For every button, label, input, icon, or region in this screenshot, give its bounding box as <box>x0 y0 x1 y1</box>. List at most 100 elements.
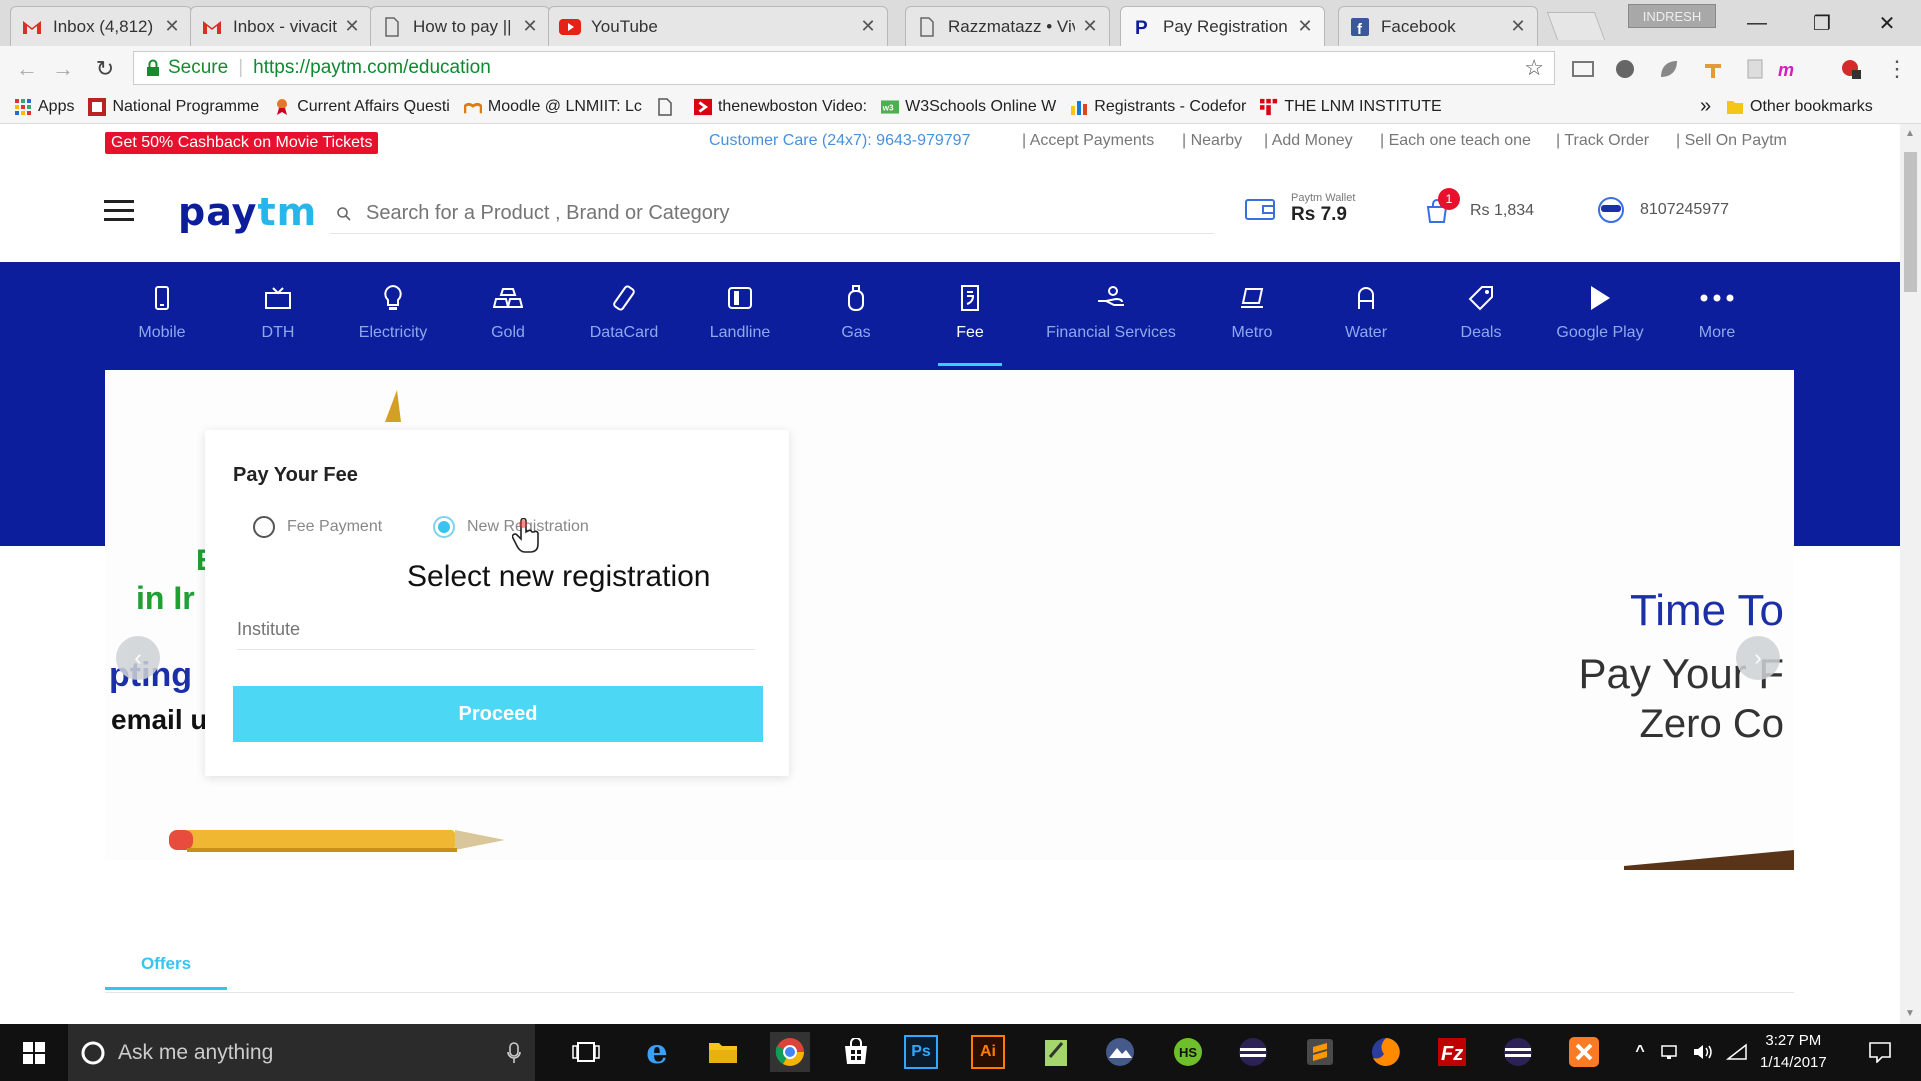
url-text[interactable]: https://paytm.com/education <box>253 57 491 79</box>
photoshop-icon[interactable]: Ps <box>904 1035 938 1069</box>
bookmark-blank-page[interactable] <box>656 97 680 116</box>
carousel-next-arrow-icon[interactable]: › <box>1736 636 1780 680</box>
edge-browser-icon[interactable]: e <box>637 1032 677 1072</box>
cashback-promo-link[interactable]: Get 50% Cashback on Movie Tickets <box>105 132 379 154</box>
other-bookmarks[interactable]: Other bookmarks <box>1726 98 1873 116</box>
scrollbar-thumb[interactable] <box>1904 152 1917 292</box>
network-icon[interactable] <box>1656 1032 1686 1072</box>
category-gas[interactable]: Gas <box>826 262 886 366</box>
bookmark-national-programme[interactable]: National Programme <box>88 97 259 116</box>
file-explorer-icon[interactable] <box>703 1032 743 1072</box>
category-water[interactable]: Water <box>1336 262 1396 366</box>
action-center-icon[interactable] <box>1860 1032 1900 1072</box>
bookmark-w3schools[interactable]: w3 W3Schools Online W <box>881 98 1056 116</box>
system-clock[interactable]: 3:27 PM 1/14/2017 <box>1760 1030 1827 1074</box>
bookmark-current-affairs[interactable]: Current Affairs Questi <box>273 98 450 116</box>
windows-start-icon[interactable] <box>0 1024 68 1081</box>
carousel-prev-arrow-icon[interactable]: ‹ <box>116 636 160 680</box>
close-window-icon[interactable]: ✕ <box>1867 8 1907 38</box>
user-account[interactable]: 8107245977 <box>1596 196 1729 224</box>
tab-close-icon[interactable]: ✕ <box>343 16 361 37</box>
category-more[interactable]: More <box>1687 262 1747 366</box>
bookmark-thenewboston[interactable]: thenewboston Video: <box>693 98 867 116</box>
chrome-icon[interactable] <box>770 1032 810 1072</box>
back-icon[interactable]: ← <box>12 54 42 84</box>
category-datacard[interactable]: DataCard <box>582 262 666 366</box>
forward-icon[interactable]: → <box>48 54 78 84</box>
category-deals[interactable]: Deals <box>1451 262 1511 366</box>
tab-close-icon[interactable]: ✕ <box>859 16 877 37</box>
paytm-wallet[interactable]: Paytm Wallet Rs 7.9 <box>1245 192 1355 226</box>
tab-gmail-inbox-1[interactable]: Inbox (4,812) - in ✕ <box>10 6 192 46</box>
tab-gmail-inbox-2[interactable]: Inbox - vivacity.tl ✕ <box>190 6 372 46</box>
extension-leaf-icon[interactable] <box>1656 56 1682 82</box>
task-view-icon[interactable] <box>566 1032 606 1072</box>
windows-store-icon[interactable] <box>836 1032 876 1072</box>
new-tab-button[interactable] <box>1546 12 1606 40</box>
reload-icon[interactable]: ↻ <box>90 54 120 84</box>
xampp-icon[interactable] <box>1564 1032 1604 1072</box>
eclipse-icon[interactable] <box>1233 1032 1273 1072</box>
extension-grid-icon[interactable] <box>1612 56 1638 82</box>
category-fee[interactable]: Fee <box>938 262 1002 366</box>
accept-payments-link[interactable]: | Accept Payments <box>1022 132 1154 150</box>
app-mountain-icon[interactable] <box>1100 1032 1140 1072</box>
hotspot-shield-icon[interactable]: HS <box>1168 1032 1208 1072</box>
profile-badge[interactable]: INDRESH <box>1628 4 1716 28</box>
sublime-text-icon[interactable] <box>1300 1032 1340 1072</box>
new-registration-radio[interactable]: New Registration <box>433 516 589 538</box>
bookmark-apps[interactable]: Apps <box>14 98 74 116</box>
show-hidden-icons-icon[interactable]: ^ <box>1628 1032 1652 1072</box>
sell-on-paytm-link[interactable]: | Sell On Paytm <box>1676 132 1787 150</box>
cart[interactable]: 1 Rs 1,834 <box>1424 188 1534 224</box>
tab-close-icon[interactable]: ✕ <box>521 16 539 37</box>
scroll-down-icon[interactable]: ▼ <box>1905 1008 1915 1019</box>
track-order-link[interactable]: | Track Order <box>1556 132 1649 150</box>
extension-red-icon[interactable] <box>1838 56 1864 82</box>
extension-tag-icon[interactable] <box>1700 56 1726 82</box>
tab-pay-registration[interactable]: P Pay Registration ✕ <box>1120 6 1325 46</box>
filezilla-icon[interactable]: Fz <box>1432 1032 1472 1072</box>
extension-m-icon[interactable]: m <box>1778 56 1804 82</box>
notepad-plus-icon[interactable] <box>1036 1032 1076 1072</box>
bookmark-moodle[interactable]: Moodle @ LNMIIT: Lc <box>463 98 642 116</box>
tab-facebook[interactable]: f Facebook ✕ <box>1338 6 1538 46</box>
eclipse-ide-icon[interactable] <box>1498 1032 1538 1072</box>
page-scrollbar[interactable]: ▲ ▼ <box>1900 124 1921 1024</box>
volume-icon[interactable] <box>1688 1032 1718 1072</box>
tab-close-icon[interactable]: ✕ <box>1509 16 1527 37</box>
paytm-logo[interactable]: paytm <box>178 190 317 234</box>
bookmark-codeforces-registrants[interactable]: Registrants - Codefor <box>1070 98 1246 116</box>
bookmark-star-icon[interactable]: ☆ <box>1524 55 1544 81</box>
search-input[interactable] <box>366 202 1166 225</box>
bookmarks-overflow-button[interactable]: » <box>1700 95 1711 118</box>
hamburger-menu-icon[interactable] <box>104 200 134 224</box>
category-landline[interactable]: Landline <box>700 262 780 366</box>
firefox-icon[interactable] <box>1366 1032 1406 1072</box>
nearby-link[interactable]: | Nearby <box>1182 132 1242 150</box>
category-financial-services[interactable]: Financial Services <box>1036 262 1186 366</box>
category-metro[interactable]: Metro <box>1222 262 1282 366</box>
address-bar[interactable]: Secure | https://paytm.com/education ☆ <box>133 51 1555 85</box>
cast-icon[interactable] <box>1570 56 1596 82</box>
each-one-teach-one-link[interactable]: | Each one teach one <box>1380 132 1531 150</box>
tab-how-to-pay[interactable]: How to pay || Viv ✕ <box>370 6 550 46</box>
microphone-icon[interactable] <box>507 1041 521 1064</box>
bookmark-lnm-institute[interactable]: THE LNM INSTITUTE <box>1260 98 1442 116</box>
category-dth[interactable]: DTH <box>248 262 308 366</box>
wifi-icon[interactable] <box>1722 1032 1752 1072</box>
illustrator-icon[interactable]: Ai <box>971 1035 1005 1069</box>
tab-youtube[interactable]: YouTube ✕ <box>548 6 888 46</box>
tab-close-icon[interactable]: ✕ <box>1296 16 1314 37</box>
extension-doc-icon[interactable] <box>1742 56 1768 82</box>
customer-care-link[interactable]: Customer Care (24x7): 9643-979797 <box>709 132 970 150</box>
fee-payment-radio[interactable]: Fee Payment <box>253 516 382 538</box>
proceed-button[interactable]: Proceed <box>233 686 763 742</box>
cortana-search-box[interactable]: Ask me anything <box>68 1024 535 1081</box>
scroll-up-icon[interactable]: ▲ <box>1905 128 1915 139</box>
tab-close-icon[interactable]: ✕ <box>1081 16 1099 37</box>
tab-close-icon[interactable]: ✕ <box>163 16 181 37</box>
minimize-icon[interactable]: — <box>1737 8 1777 38</box>
tab-offers[interactable]: Offers <box>105 940 227 990</box>
category-google-play[interactable]: Google Play <box>1548 262 1652 366</box>
